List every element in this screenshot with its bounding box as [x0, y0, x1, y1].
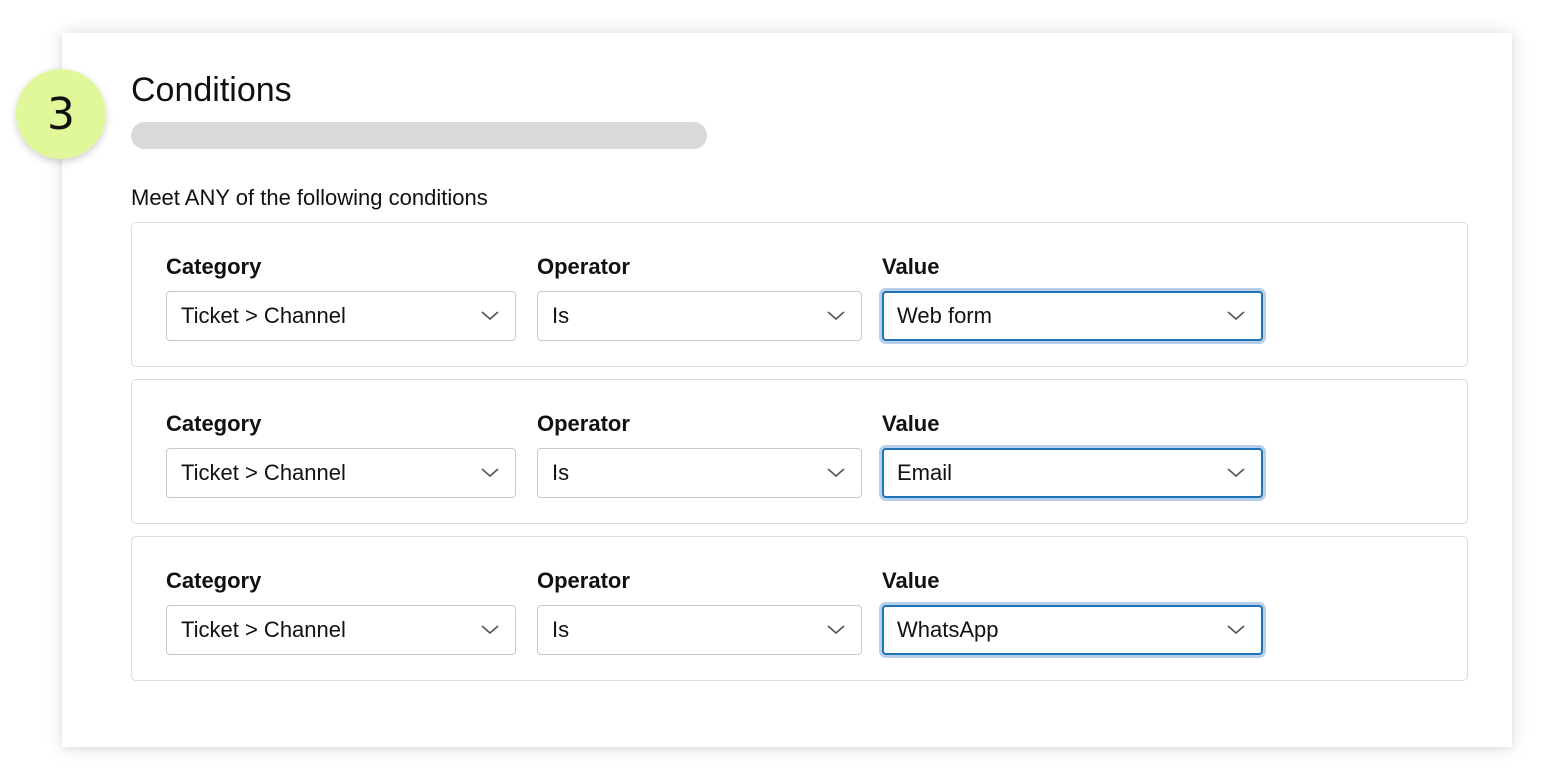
- chevron-down-icon: [827, 311, 845, 321]
- operator-label: Operator: [537, 411, 630, 436]
- step-number: 3: [47, 88, 75, 140]
- value-field: Value WhatsApp: [882, 567, 1263, 655]
- value-select[interactable]: WhatsApp: [882, 605, 1263, 655]
- chevron-down-icon: [827, 468, 845, 478]
- operator-select-value: Is: [552, 617, 570, 642]
- category-label: Category: [166, 254, 262, 279]
- value-field: Value Email: [882, 410, 1263, 498]
- chevron-down-icon: [1227, 311, 1245, 321]
- category-field: Category Ticket > Channel: [166, 253, 516, 341]
- step-number-badge: 3: [16, 69, 106, 159]
- operator-label: Operator: [537, 568, 630, 593]
- operator-select[interactable]: Is: [537, 448, 862, 498]
- operator-field: Operator Is: [537, 567, 862, 655]
- condition-row: Category Ticket > Channel Operator Is Va…: [131, 379, 1468, 524]
- chevron-down-icon: [1227, 625, 1245, 635]
- operator-select[interactable]: Is: [537, 605, 862, 655]
- chevron-down-icon: [481, 625, 499, 635]
- value-select[interactable]: Email: [882, 448, 1263, 498]
- description-placeholder-bar: [131, 122, 707, 149]
- operator-label: Operator: [537, 254, 630, 279]
- category-select-value: Ticket > Channel: [181, 617, 346, 642]
- condition-row: Category Ticket > Channel Operator Is Va…: [131, 222, 1468, 367]
- value-field: Value Web form: [882, 253, 1263, 341]
- category-label: Category: [166, 568, 262, 593]
- category-label: Category: [166, 411, 262, 436]
- category-field: Category Ticket > Channel: [166, 410, 516, 498]
- value-label: Value: [882, 254, 940, 279]
- value-label: Value: [882, 411, 940, 436]
- category-select[interactable]: Ticket > Channel: [166, 291, 516, 341]
- chevron-down-icon: [1227, 468, 1245, 478]
- operator-select[interactable]: Is: [537, 291, 862, 341]
- chevron-down-icon: [827, 625, 845, 635]
- chevron-down-icon: [481, 468, 499, 478]
- chevron-down-icon: [481, 311, 499, 321]
- operator-field: Operator Is: [537, 410, 862, 498]
- condition-row: Category Ticket > Channel Operator Is Va…: [131, 536, 1468, 681]
- section-title: Conditions: [131, 71, 292, 109]
- operator-select-value: Is: [552, 303, 570, 328]
- operator-select-value: Is: [552, 460, 570, 485]
- condition-rule-text: Meet ANY of the following conditions: [131, 185, 488, 210]
- category-select-value: Ticket > Channel: [181, 460, 346, 485]
- value-select[interactable]: Web form: [882, 291, 1263, 341]
- category-select[interactable]: Ticket > Channel: [166, 605, 516, 655]
- category-select-value: Ticket > Channel: [181, 303, 346, 328]
- category-select[interactable]: Ticket > Channel: [166, 448, 516, 498]
- value-select-value: Email: [897, 460, 953, 485]
- operator-field: Operator Is: [537, 253, 862, 341]
- value-select-value: WhatsApp: [897, 617, 999, 642]
- value-label: Value: [882, 568, 940, 593]
- category-field: Category Ticket > Channel: [166, 567, 516, 655]
- value-select-value: Web form: [897, 303, 992, 328]
